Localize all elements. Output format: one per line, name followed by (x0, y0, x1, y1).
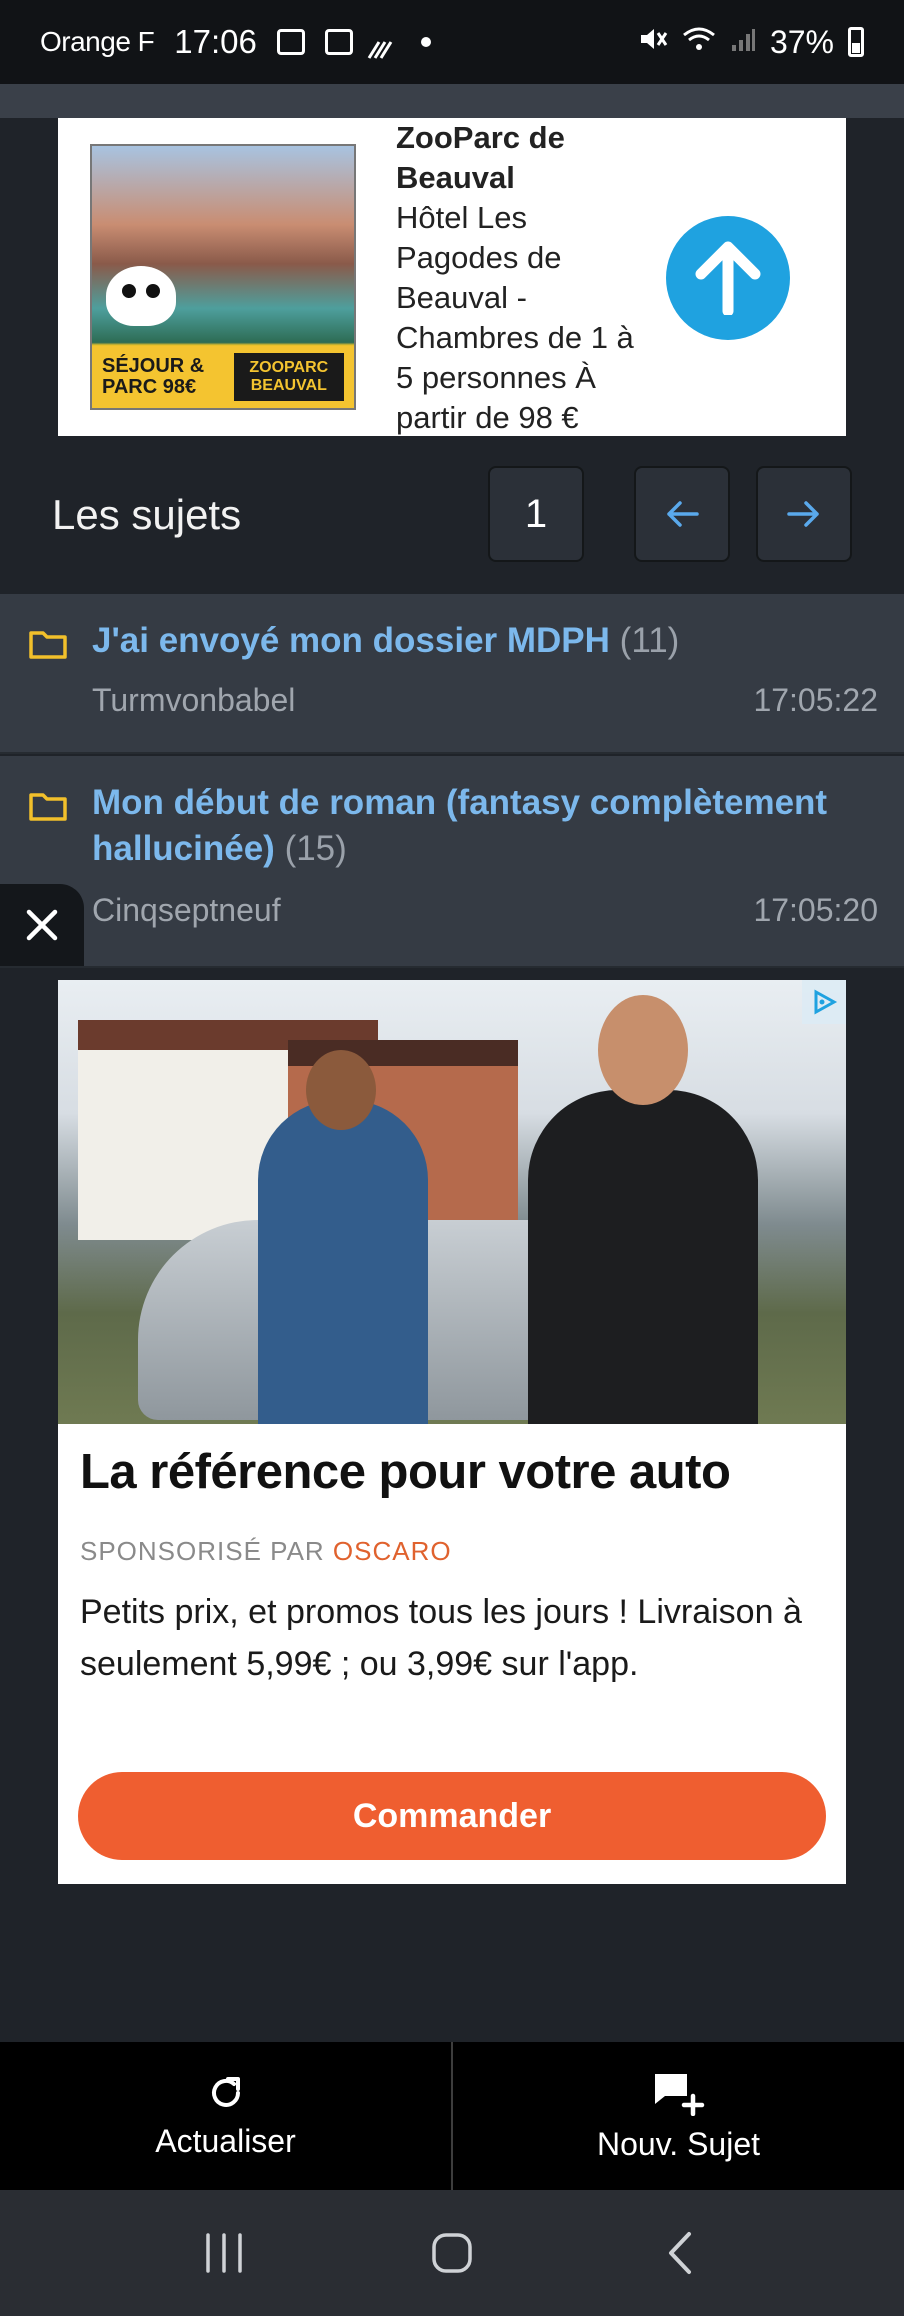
topics-title: Les sujets (52, 491, 242, 538)
back-button[interactable] (640, 2213, 720, 2293)
system-nav-bar (0, 2190, 904, 2316)
signal-icon (730, 24, 756, 61)
close-ad-button[interactable] (0, 884, 84, 966)
new-topic-label: Nouv. Sujet (596, 2125, 761, 2162)
person-shape (258, 1050, 428, 1424)
ad-top-title: ZooParc de Beauval (396, 120, 565, 195)
topic-title-text[interactable]: J'ai envoyé mon dossier MDPH (92, 621, 610, 660)
status-left: Orange F 17:06 (40, 23, 431, 61)
arrow-left-icon (667, 501, 699, 527)
ad-headline[interactable]: La référence pour votre auto (80, 1444, 830, 1500)
ad-banner-top[interactable]: SÉJOUR & PARC 98€ ZOOPARC BEAUVAL ZooPar… (58, 118, 846, 436)
topic-time: 17:05:20 (753, 892, 878, 928)
wifi-icon (682, 24, 716, 61)
topic-reply-count: (11) (619, 621, 680, 660)
previous-page-button[interactable] (634, 466, 730, 562)
refresh-button[interactable]: Actualiser (0, 2042, 451, 2190)
news-icon (324, 29, 353, 55)
topic-title-text[interactable]: Mon début de roman (fantasy complètement… (92, 783, 827, 868)
ad-top-promo-logo: ZOOPARC BEAUVAL (233, 353, 344, 401)
top-strip (0, 84, 904, 118)
ad-sponsor-prefix: SPONSORISÉ PAR (80, 1536, 325, 1566)
back-icon (669, 2232, 691, 2274)
topic-row[interactable]: J'ai envoyé mon dossier MDPH (11) Turmvo… (0, 594, 904, 754)
ad-top-promo-bar: SÉJOUR & PARC 98€ ZOOPARC BEAUVAL (92, 346, 354, 408)
topic-reply-count: (15) (284, 829, 347, 868)
battery-percent: 37% (769, 23, 834, 60)
ad-photo[interactable] (58, 980, 846, 1424)
add-comment-icon (654, 2073, 704, 2116)
ad-banner-main[interactable]: La référence pour votre auto SPONSORISÉ … (58, 980, 846, 1884)
page-number-button[interactable]: 1 (488, 466, 584, 562)
refresh-icon (211, 2076, 240, 2107)
ad-sponsor-brand[interactable]: OSCARO (333, 1536, 452, 1566)
folder-icon (28, 628, 68, 660)
adchoices-icon[interactable] (802, 980, 846, 1024)
folder-icon (28, 790, 68, 822)
close-icon (26, 909, 58, 941)
status-right: 37% (638, 24, 864, 61)
carrier-label: Orange F (40, 26, 155, 57)
mute-icon (638, 24, 668, 61)
status-bar: Orange F 17:06 37% (0, 0, 904, 84)
ad-description: Petits prix, et promos tous les jours ! … (80, 1593, 802, 1683)
ad-top-text[interactable]: ZooParc de Beauval Hôtel Les Pagodes de … (396, 118, 646, 438)
calendar-icon (276, 29, 305, 55)
topic-title-link[interactable]: J'ai envoyé mon dossier MDPH (11) (92, 618, 882, 664)
battery-icon (848, 27, 864, 57)
ad-top-promo-text: SÉJOUR & PARC 98€ (102, 355, 205, 398)
topic-title-link[interactable]: Mon début de roman (fantasy complètement… (92, 780, 882, 872)
recent-apps-button[interactable] (184, 2213, 264, 2293)
ad-sponsor-line: SPONSORISÉ PAR OSCARO (80, 1536, 452, 1567)
ad-cta-button[interactable]: Commander (78, 1772, 826, 1860)
panda-image (106, 266, 176, 326)
activity-icon (367, 31, 393, 59)
home-button[interactable] (412, 2213, 492, 2293)
clock: 17:06 (174, 23, 257, 60)
topic-time: 17:05:22 (753, 682, 878, 718)
new-topic-button[interactable]: Nouv. Sujet (453, 2042, 904, 2190)
arrow-up-icon[interactable] (666, 216, 790, 340)
arrow-right-icon (787, 501, 819, 527)
recent-apps-icon (206, 2233, 242, 2273)
notification-dot-icon (420, 37, 431, 47)
refresh-label: Actualiser (155, 2122, 296, 2159)
topic-author[interactable]: Cinqseptneuf (92, 892, 281, 929)
next-page-button[interactable] (756, 466, 852, 562)
person-shape (528, 995, 758, 1424)
ad-top-body: Hôtel Les Pagodes de Beauval - Chambres … (396, 200, 634, 435)
ad-top-image[interactable]: SÉJOUR & PARC 98€ ZOOPARC BEAUVAL (90, 144, 356, 410)
home-icon (432, 2233, 472, 2273)
topic-author[interactable]: Turmvonbabel (92, 682, 295, 719)
topic-row[interactable]: Mon début de roman (fantasy complètement… (0, 756, 904, 968)
bottom-action-bar: Actualiser Nouv. Sujet (0, 2042, 904, 2190)
